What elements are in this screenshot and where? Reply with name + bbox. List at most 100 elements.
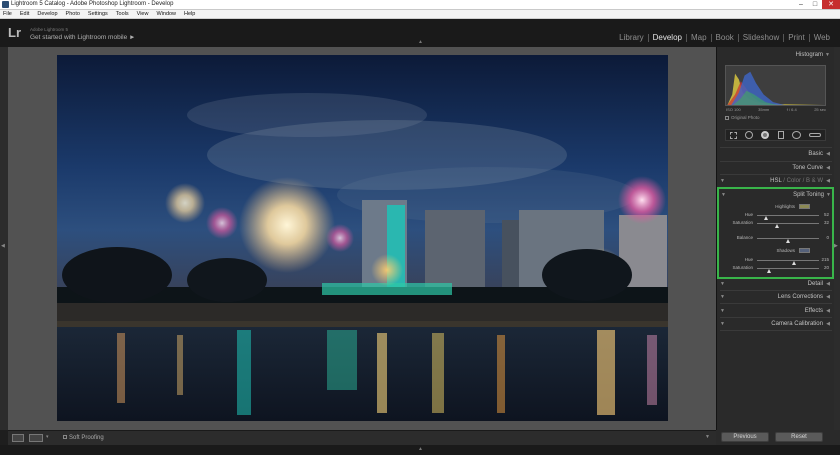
slider-track[interactable] [757,260,819,265]
module-picker: Library Develop Map Book Slideshow Print… [615,33,834,43]
tab-color[interactable]: Color [787,178,801,184]
lens-corrections-panel-header[interactable]: ▼ Lens Corrections ◀ [719,292,833,302]
checkbox-icon[interactable] [725,115,729,120]
minimize-button[interactable]: – [794,0,808,9]
enable-panel-icon[interactable]: ▼ [720,306,725,316]
toolbar-menu-icon[interactable]: ▼ [705,434,710,440]
panel-divider [720,317,832,318]
previous-button[interactable]: Previous [721,432,769,442]
camera-calibration-label: Camera Calibration [771,321,823,327]
enable-panel-icon[interactable]: ▼ [720,279,725,289]
right-panel-edge[interactable]: ▶ [834,47,840,430]
split-toning-header[interactable]: ▼ Split Toning ▼ [720,190,834,200]
close-button[interactable]: ✕ [822,0,840,9]
camera-calibration-panel-header[interactable]: ▼ Camera Calibration ◀ [719,319,833,329]
hsl-color-bw-panel-header[interactable]: ▼ HSL / Color / B & W ◀ [719,176,833,186]
top-panel-toggle-icon[interactable]: ▲ [418,39,423,45]
mobile-prompt-link[interactable]: Get started with Lightroom mobile ► [30,34,135,41]
slider-track[interactable] [757,215,819,220]
balance-slider[interactable]: Balance 0 [723,234,831,243]
enable-panel-icon[interactable]: ▼ [720,176,725,186]
filmstrip-collapsed[interactable]: ▲ [0,445,840,455]
module-library[interactable]: Library [615,33,647,43]
crop-overlay-icon[interactable] [730,131,738,139]
slider-thumb[interactable] [774,224,779,228]
maximize-button[interactable]: □ [808,0,822,9]
panel-divider [720,147,832,148]
enable-panel-icon[interactable]: ▼ [720,319,725,329]
shadows-row: Shadows [723,247,831,255]
view-mode-dropdown-icon[interactable]: ▾ [46,434,49,440]
enable-panel-icon[interactable]: ▼ [721,190,726,200]
menu-tools[interactable]: Tools [116,10,129,18]
shadows-color-swatch[interactable] [799,248,810,253]
balance-value[interactable]: 0 [817,234,829,242]
module-print[interactable]: Print [784,33,808,43]
original-photo-checkbox[interactable]: Original Photo [725,115,760,120]
expand-left-icon[interactable]: ◀ [1,243,5,249]
soft-proofing-checkbox[interactable]: Soft Proofing [63,434,104,442]
menu-settings[interactable]: Settings [88,10,108,18]
menu-photo[interactable]: Photo [66,10,80,18]
enable-panel-icon[interactable]: ▼ [720,292,725,302]
slider-thumb[interactable] [767,269,772,273]
checkbox-icon[interactable] [63,435,67,440]
effects-panel-header[interactable]: ▼ Effects ◀ [719,306,833,316]
left-panel-collapsed[interactable]: ◀ [0,47,8,430]
soft-proofing-label: Soft Proofing [69,435,104,441]
menu-file[interactable]: File [3,10,12,18]
highlights-hue-slider[interactable]: Hue 52 [723,211,831,220]
hue-value[interactable]: 215 [817,256,829,264]
lightroom-app-icon [2,1,9,8]
module-develop[interactable]: Develop [649,33,686,43]
collapse-triangle-icon: ▼ [826,192,831,198]
panel-divider [720,161,832,162]
highlights-saturation-slider[interactable]: Saturation 32 [723,219,831,228]
basic-panel-header[interactable]: Basic ◀ [719,149,833,159]
expand-filmstrip-icon[interactable]: ▲ [418,446,423,452]
exif-shutter: 25 sec [814,107,826,112]
panel-divider [720,174,832,175]
exif-focal: 35mm [758,107,770,112]
menu-edit[interactable]: Edit [20,10,29,18]
slider-track[interactable] [757,268,819,273]
reset-button[interactable]: Reset [775,432,823,442]
shadows-hue-slider[interactable]: Hue 215 [723,256,831,265]
spot-removal-icon[interactable] [745,131,754,139]
radial-filter-icon[interactable] [791,131,801,139]
module-book[interactable]: Book [712,33,738,43]
lr-logo: Lr [8,25,21,40]
slider-thumb[interactable] [786,239,790,243]
histogram-graph[interactable] [725,65,826,106]
slider-track[interactable] [757,238,819,243]
menu-help[interactable]: Help [184,10,195,18]
menu-develop[interactable]: Develop [37,10,57,18]
module-web[interactable]: Web [810,33,834,43]
tab-hsl[interactable]: HSL [770,178,781,184]
shadows-saturation-slider[interactable]: Saturation 20 [723,264,831,273]
red-eye-icon[interactable] [761,131,770,139]
panel-divider [720,290,832,291]
hue-value[interactable]: 52 [817,211,829,219]
adjustment-brush-icon[interactable] [808,133,821,137]
module-slideshow[interactable]: Slideshow [739,33,783,43]
slider-track[interactable] [757,223,819,228]
tab-bw[interactable]: B & W [806,178,823,184]
module-map[interactable]: Map [687,33,711,43]
histogram-header[interactable]: Histogram ▼ [719,50,833,60]
highlights-label: Highlights [775,204,795,209]
photo-preview[interactable] [57,55,668,421]
menu-view[interactable]: View [137,10,149,18]
saturation-value[interactable]: 32 [817,219,829,227]
menu-window[interactable]: Window [156,10,176,18]
highlights-color-swatch[interactable] [799,204,810,209]
panel-divider [720,303,832,304]
saturation-label: Saturation [732,220,753,225]
graduated-filter-icon[interactable] [777,131,784,139]
loupe-view-icon[interactable] [12,434,24,442]
tone-curve-panel-header[interactable]: Tone Curve ◀ [719,163,833,173]
collapse-right-icon[interactable]: ▶ [834,243,838,249]
saturation-value[interactable]: 20 [817,264,829,272]
detail-panel-header[interactable]: ▼ Detail ◀ [719,279,833,289]
before-after-view-icon[interactable] [29,434,43,442]
